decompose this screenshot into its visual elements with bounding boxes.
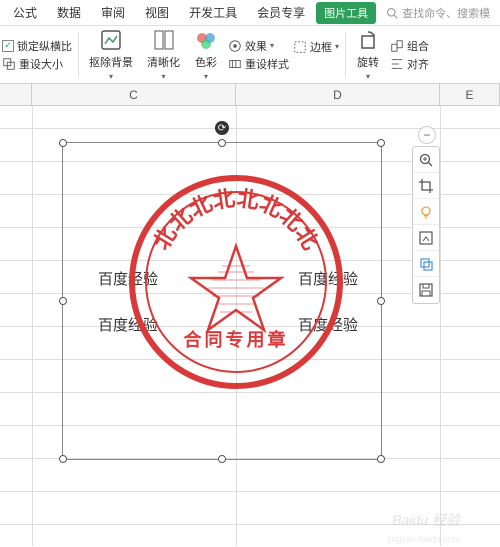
tab-data[interactable]: 数据 [48,0,90,25]
col-header-e[interactable]: E [440,84,500,105]
crop-icon [418,178,434,194]
handle-b[interactable] [218,455,226,463]
float-zoom-button[interactable] [413,147,439,173]
search-placeholder: 查找命令、搜索模 [402,5,490,21]
tab-view[interactable]: 视图 [136,0,178,25]
arrange-group: 组合 对齐 [390,38,429,72]
replace-icon [418,230,434,246]
effect-button[interactable]: 效果▾ [228,38,289,54]
align-button[interactable]: 对齐 [390,56,429,72]
float-save-button[interactable] [413,277,439,303]
float-crop-button[interactable] [413,173,439,199]
clarity-button[interactable]: 清晰化▾ [143,26,184,83]
handle-r[interactable] [377,297,385,305]
grid-body[interactable]: 百度经验 百度经验 百度经验 百度经验 北北北北北北北北 合同专用章 [0,106,500,546]
tab-image-tools[interactable]: 图片工具 [316,2,376,24]
lock-ratio-label: 锁定纵横比 [17,38,72,54]
rotate-handle[interactable]: ⟳ [215,121,229,135]
collapse-panel-button[interactable]: − [418,126,436,144]
clarity-icon [152,28,176,52]
ribbon-toolbar: ✓ 锁定纵横比 重设大小 抠除背景▾ 清晰化▾ 色彩▾ 效果▾ 重设样式 边框▾ [0,26,500,84]
tab-member[interactable]: 会员专享 [248,0,314,25]
float-copy-button[interactable] [413,251,439,277]
lock-ratio-checkbox[interactable]: ✓ [2,40,14,52]
handle-br[interactable] [377,455,385,463]
separator [78,32,79,78]
float-idea-button[interactable] [413,199,439,225]
rotate-icon [356,28,380,52]
spreadsheet: C D E 百度经验 百度经验 百度经验 百度经验 [0,84,500,546]
search-box[interactable]: 查找命令、搜索模 [386,5,490,21]
column-headers: C D E [0,84,500,106]
border-icon [293,40,307,54]
watermark: Baidu 经验 [392,510,460,530]
align-icon [390,57,404,71]
tab-review[interactable]: 审阅 [92,0,134,25]
col-header-d[interactable]: D [236,84,440,105]
remove-bg-icon [99,28,123,52]
reset-size-icon [2,57,16,71]
handle-t[interactable] [218,139,226,147]
magnifier-icon [418,152,434,168]
reset-style-icon [228,57,242,71]
copy-icon [418,256,434,272]
color-icon [194,28,218,52]
corner-cell[interactable] [0,84,32,105]
color-button[interactable]: 色彩▾ [190,26,222,83]
ribbon-tabs: 公式 数据 审阅 视图 开发工具 会员专享 图片工具 查找命令、搜索模 [0,0,500,26]
bulb-icon [418,204,434,220]
effect-group: 效果▾ 重设样式 [228,38,289,72]
float-replace-button[interactable] [413,225,439,251]
search-icon [386,7,398,19]
size-group: ✓ 锁定纵横比 重设大小 [2,38,72,72]
border-button[interactable]: 边框▾ [293,39,339,55]
group-icon [390,39,404,53]
rotate-button[interactable]: 旋转▾ [352,26,384,83]
border-group: 边框▾ [293,39,339,71]
save-icon [418,282,434,298]
handle-bl[interactable] [59,455,67,463]
handle-tl[interactable] [59,139,67,147]
handle-tr[interactable] [377,139,385,147]
group-button[interactable]: 组合 [390,38,429,54]
col-header-c[interactable]: C [32,84,236,105]
floating-toolbar [412,146,440,304]
tab-devtools[interactable]: 开发工具 [180,0,246,25]
image-selection-box[interactable]: ⟳ [62,142,382,460]
reset-size-button[interactable]: 重设大小 [19,56,63,72]
effect-icon [228,39,242,53]
handle-l[interactable] [59,297,67,305]
watermark-url: jingyan.baidu.com [387,534,460,544]
reset-style-button[interactable]: 重设样式 [228,56,289,72]
remove-bg-button[interactable]: 抠除背景▾ [85,26,137,83]
separator [345,32,346,78]
tab-formula[interactable]: 公式 [4,0,46,25]
